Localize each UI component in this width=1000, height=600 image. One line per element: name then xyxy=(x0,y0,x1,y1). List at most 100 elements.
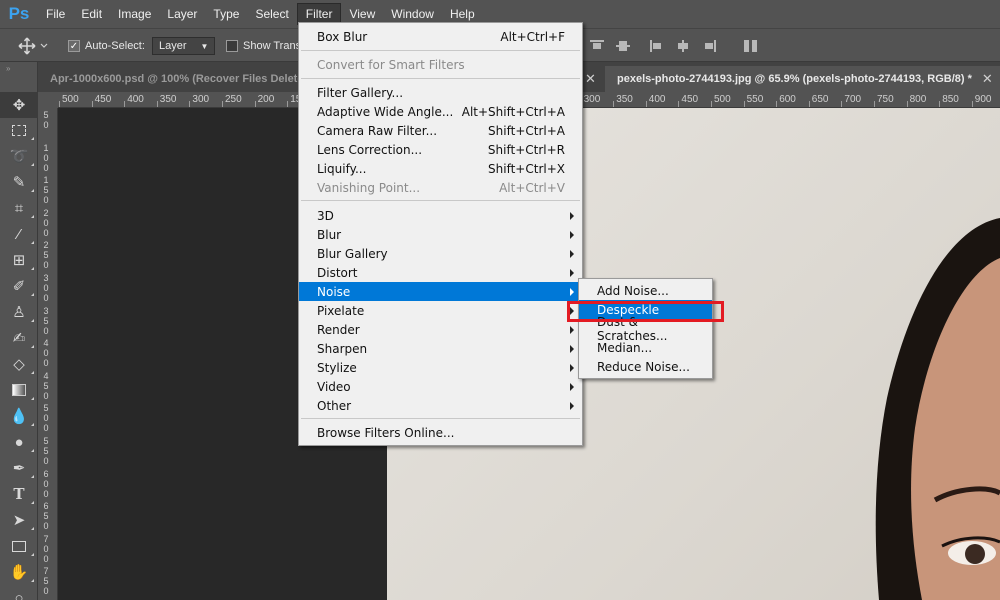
auto-select-checkbox[interactable]: ✓ xyxy=(68,40,80,52)
blur-tool-icon[interactable]: 💧 xyxy=(0,403,38,429)
ruler-label: 650 xyxy=(811,94,829,105)
submenu-arrow-icon xyxy=(570,345,574,353)
align-top-edges-icon[interactable] xyxy=(590,40,604,52)
photoshop-logo[interactable]: Ps xyxy=(0,0,38,28)
menu-item-box-blur[interactable]: Box Blur Alt+Ctrl+F xyxy=(299,27,582,46)
item-shortcut: Alt+Shift+Ctrl+A xyxy=(461,104,565,119)
ruler-tick xyxy=(808,101,810,107)
menu-item-blur-gallery[interactable]: Blur Gallery xyxy=(299,244,582,263)
lasso-tool-icon[interactable]: ➰ xyxy=(0,143,38,169)
menu-item-noise[interactable]: Noise xyxy=(299,282,582,301)
align-horizontal-centers-icon[interactable] xyxy=(676,40,690,52)
eraser-tool-icon[interactable]: ◇ xyxy=(0,351,38,377)
item-shortcut: Shift+Ctrl+A xyxy=(488,123,565,138)
close-icon[interactable]: ✕ xyxy=(982,71,993,87)
gradient-tool-icon[interactable] xyxy=(0,377,38,403)
show-transform-option[interactable]: Show Transf xyxy=(226,37,304,55)
hand-tool-icon[interactable]: ✋ xyxy=(0,559,38,585)
tab-close-icon[interactable]: ✕ xyxy=(585,71,596,87)
ruler-label: 400 xyxy=(648,94,666,105)
item-label: Video xyxy=(317,379,351,394)
menu-item-median[interactable]: Median... xyxy=(579,338,712,357)
vertical-ruler[interactable]: 50 100 150200 250 300 350 400450 500 550 600 65070… xyxy=(38,108,58,600)
menu-divider xyxy=(301,200,580,201)
submenu-arrow-icon xyxy=(570,269,574,277)
ruler-label: 550 xyxy=(43,436,49,466)
ruler-label: 250 xyxy=(225,94,242,105)
menu-item-distort[interactable]: Distort xyxy=(299,263,582,282)
ruler-label: 300 xyxy=(583,94,601,105)
ruler-tick xyxy=(711,101,712,107)
menu-layer[interactable]: Layer xyxy=(159,3,205,25)
menu-item-pixelate[interactable]: Pixelate xyxy=(299,301,582,320)
menu-select[interactable]: Select xyxy=(247,3,296,25)
menu-item-liquify[interactable]: Liquify... Shift+Ctrl+X xyxy=(299,159,582,178)
ruler-label: 100 xyxy=(43,142,49,173)
ruler-tick xyxy=(678,101,680,107)
menu-item-other[interactable]: Other xyxy=(299,396,582,415)
submenu-arrow-icon xyxy=(570,250,574,258)
menu-item-blur[interactable]: Blur xyxy=(299,225,582,244)
type-tool-icon[interactable]: T xyxy=(0,481,38,507)
brush-tool-icon[interactable]: ✐ xyxy=(0,273,38,299)
align-vertical-centers-icon[interactable] xyxy=(616,40,630,52)
menu-item-filter-gallery[interactable]: Filter Gallery... xyxy=(299,83,582,102)
ruler-label: 50 xyxy=(43,110,49,130)
menu-item-convert-smart-filters: Convert for Smart Filters xyxy=(299,55,582,74)
ruler-origin[interactable] xyxy=(38,92,58,108)
menu-item-sharpen[interactable]: Sharpen xyxy=(299,339,582,358)
align-left-edges-icon[interactable] xyxy=(650,40,664,52)
menu-item-render[interactable]: Render xyxy=(299,320,582,339)
history-brush-tool-icon[interactable]: ✍ xyxy=(0,325,38,351)
item-label: Camera Raw Filter... xyxy=(317,123,438,138)
dodge-tool-icon[interactable]: ● xyxy=(0,429,38,455)
eyedropper-tool-icon[interactable]: ⁄ xyxy=(0,221,38,247)
ruler-label: 350 xyxy=(616,94,633,105)
ruler-label: 500 xyxy=(62,94,79,105)
menu-type[interactable]: Type xyxy=(205,3,247,25)
ruler-label: 700 xyxy=(844,94,862,105)
path-selection-tool-icon[interactable]: ➤ xyxy=(0,507,38,533)
ruler-label: 350 xyxy=(43,305,49,336)
rectangle-tool-icon[interactable] xyxy=(0,533,38,559)
auto-select-option[interactable]: ✓ Auto-Select: xyxy=(68,37,145,55)
menu-item-vanishing-point: Vanishing Point... Alt+Ctrl+V xyxy=(299,178,582,197)
menu-item-camera-raw-filter[interactable]: Camera Raw Filter... Shift+Ctrl+A xyxy=(299,121,582,140)
layer-dropdown[interactable]: Layer ▼ xyxy=(152,37,216,55)
ruler-tick xyxy=(645,101,647,107)
item-shortcut: Shift+Ctrl+X xyxy=(488,161,565,176)
menu-item-browse-filters-online[interactable]: Browse Filters Online... xyxy=(299,423,582,442)
pen-tool-icon[interactable]: ✒ xyxy=(0,455,38,481)
menu-item-stylize[interactable]: Stylize xyxy=(299,358,582,377)
crop-tool-icon[interactable]: ⌗ xyxy=(0,195,38,221)
align-right-edges-icon[interactable] xyxy=(702,40,716,52)
menu-item-add-noise[interactable]: Add Noise... xyxy=(579,281,712,300)
healing-brush-tool-icon[interactable]: ⊞ xyxy=(0,247,38,273)
zoom-tool-icon[interactable]: ○ xyxy=(0,585,38,600)
menu-image[interactable]: Image xyxy=(110,3,159,25)
menu-item-reduce-noise[interactable]: Reduce Noise... xyxy=(579,357,712,376)
clone-stamp-tool-icon[interactable]: ♙ xyxy=(0,299,38,325)
tab-pexels-photo[interactable]: ✕ pexels-photo-2744193.jpg @ 65.9% (pexe… xyxy=(585,66,1000,92)
ruler-label: 700 xyxy=(43,533,49,564)
ruler-label: 150 xyxy=(43,175,49,206)
menu-edit[interactable]: Edit xyxy=(73,3,110,25)
tab-apr-psd[interactable]: Apr-1000x600.psd @ 100% (Recover Files D… xyxy=(38,66,300,92)
show-transform-checkbox[interactable] xyxy=(226,40,238,52)
move-tool-preset-icon[interactable] xyxy=(18,37,48,55)
menu-file[interactable]: File xyxy=(38,3,73,25)
menu-item-3d[interactable]: 3D xyxy=(299,206,582,225)
ruler-label: 300 xyxy=(192,94,210,105)
item-label: Filter Gallery... xyxy=(317,85,404,100)
menu-item-lens-correction[interactable]: Lens Correction... Shift+Ctrl+R xyxy=(299,140,582,159)
menu-item-video[interactable]: Video xyxy=(299,377,582,396)
move-tool-icon[interactable]: ✥ xyxy=(0,92,38,118)
ruler-tick xyxy=(189,101,191,107)
menu-item-adaptive-wide-angle[interactable]: Adaptive Wide Angle... Alt+Shift+Ctrl+A xyxy=(299,102,582,121)
marquee-tool-icon[interactable] xyxy=(0,117,38,143)
tab-label: pexels-photo-2744193.jpg @ 65.9% (pexels… xyxy=(617,73,972,85)
quick-selection-tool-icon[interactable]: ✎ xyxy=(0,169,38,195)
panel-collapse-icon[interactable]: » xyxy=(6,64,10,73)
distribute-icon[interactable] xyxy=(744,40,758,52)
submenu-arrow-icon xyxy=(570,402,574,410)
